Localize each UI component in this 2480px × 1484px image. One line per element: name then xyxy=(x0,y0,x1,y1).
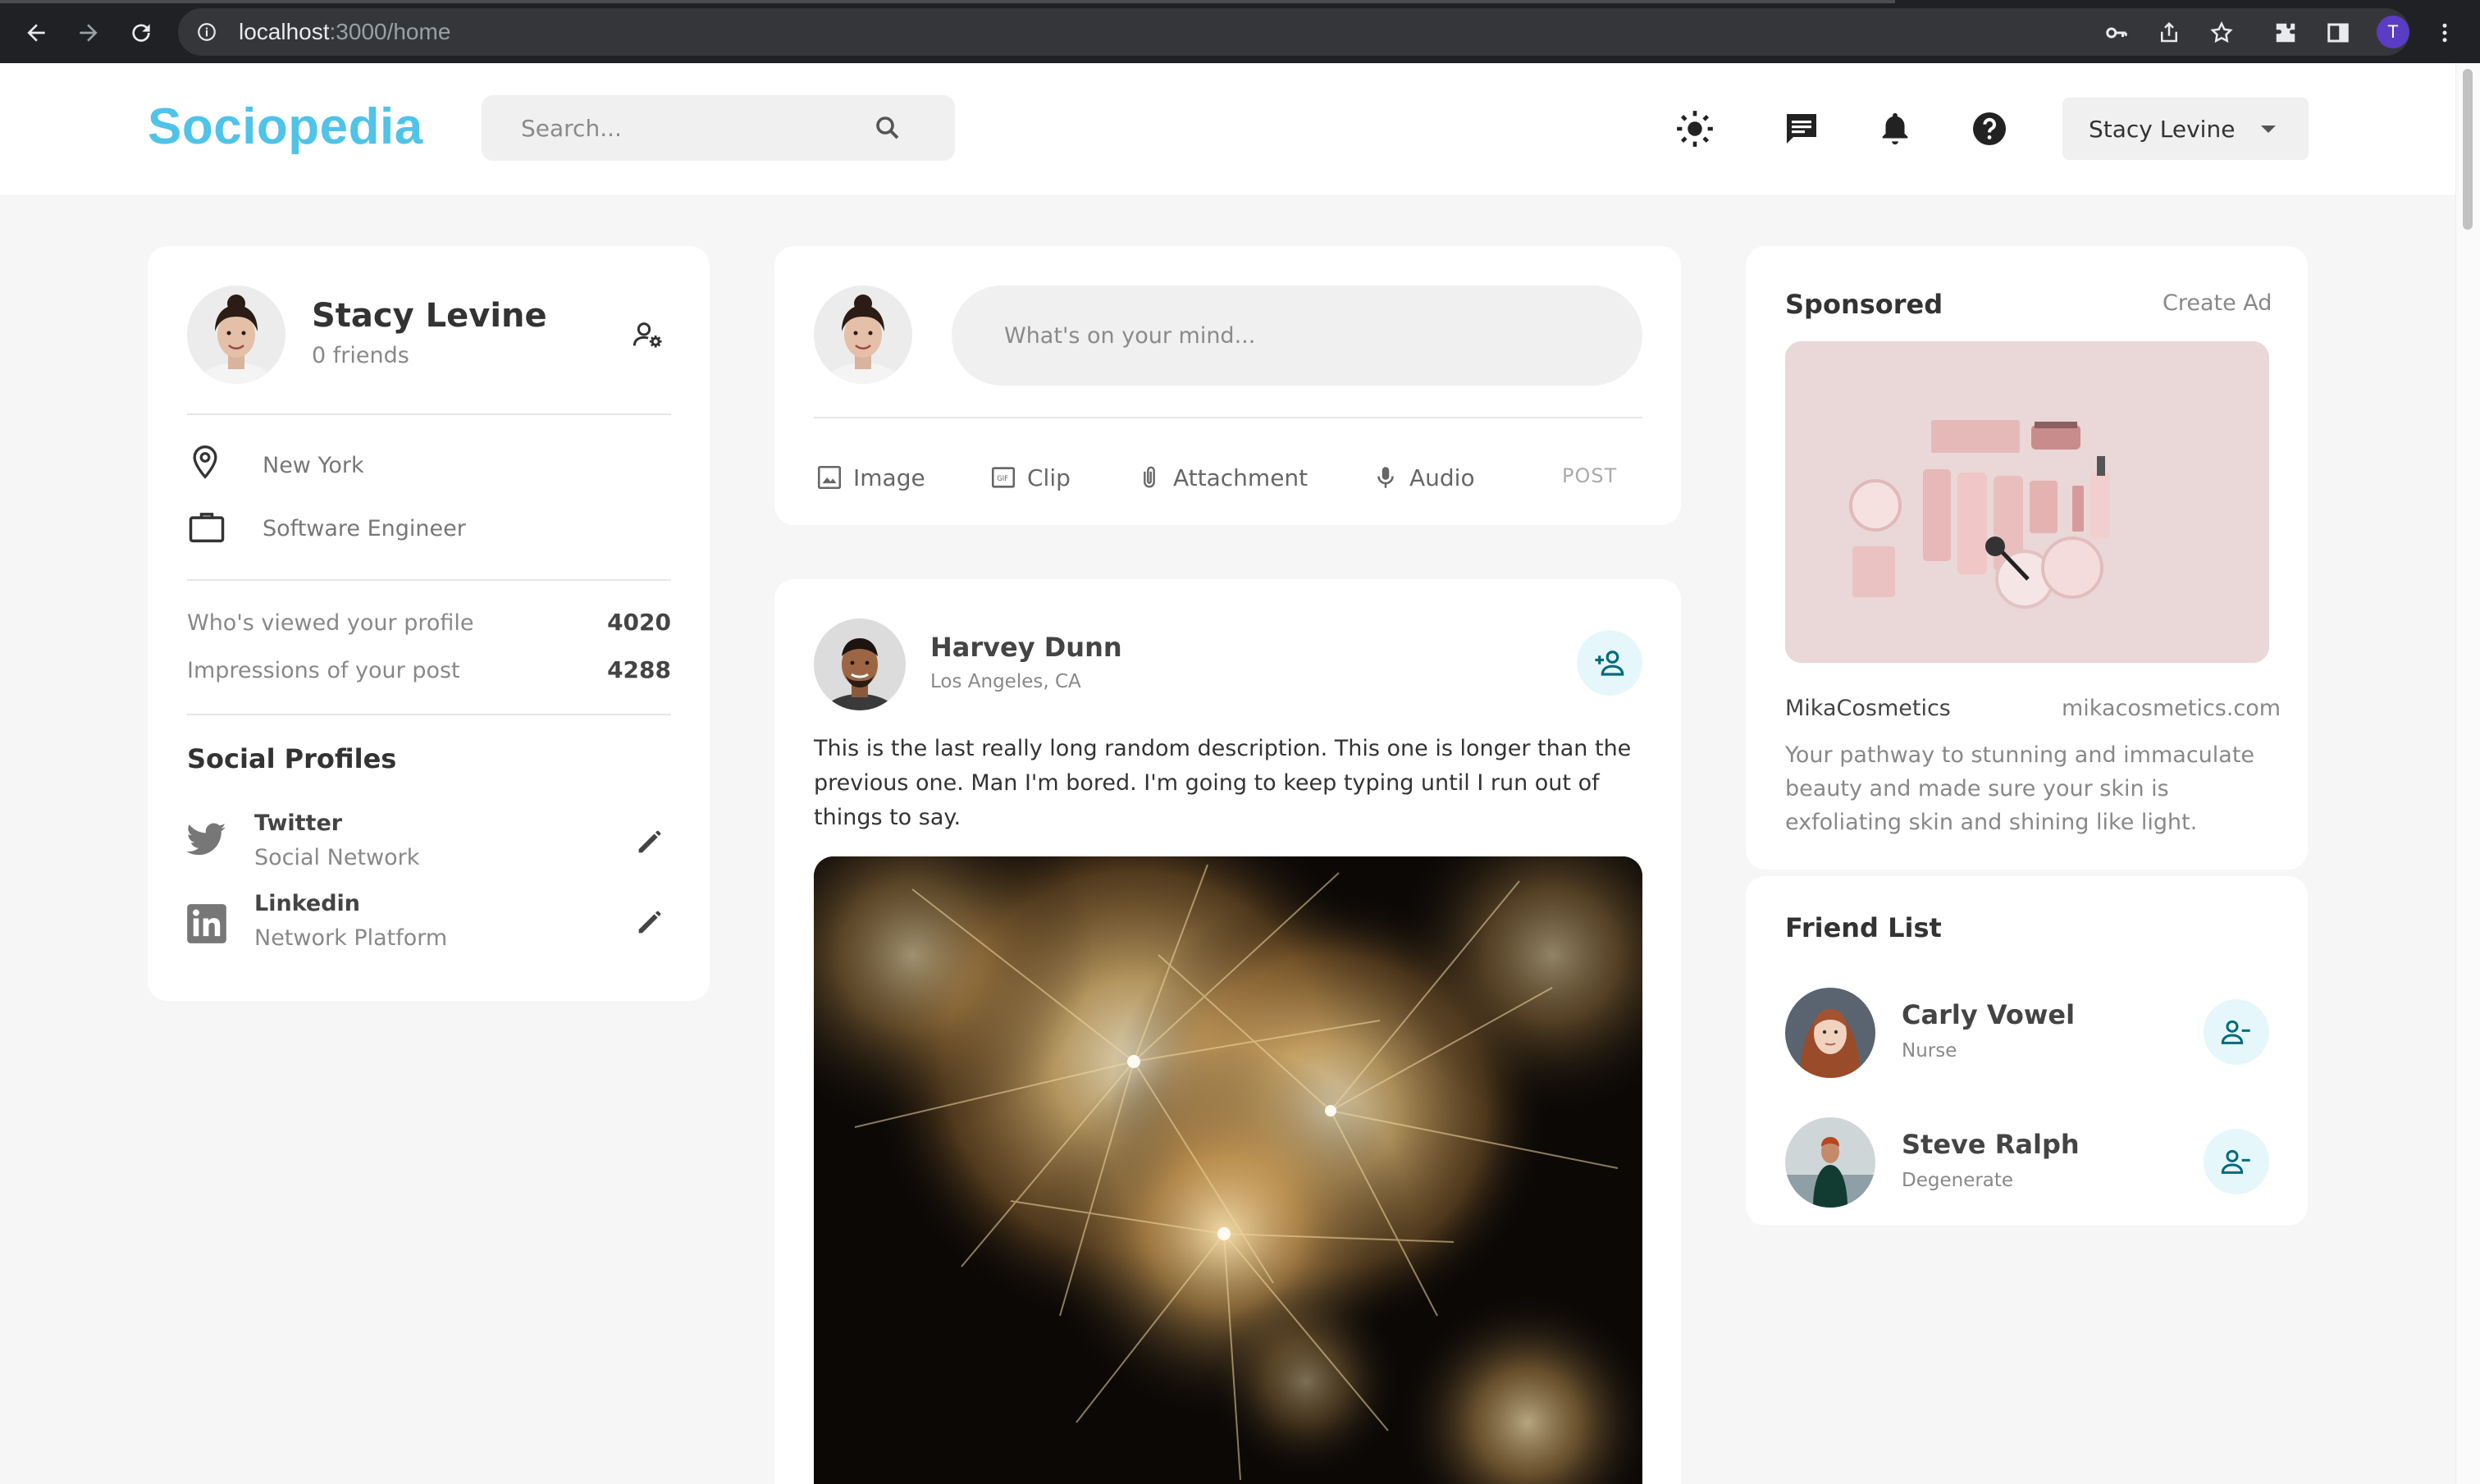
gif-icon: GIF xyxy=(991,467,1016,488)
person-add-icon xyxy=(1595,651,1624,676)
back-icon[interactable] xyxy=(16,13,56,53)
post-composer: Image GIF Clip Attachment Audio POST xyxy=(774,246,1681,525)
user-dropdown[interactable]: Stacy Levine xyxy=(2062,98,2309,160)
profile-views-label: Who's viewed your profile xyxy=(187,610,474,636)
add-image-button[interactable]: Image xyxy=(815,461,925,494)
post-author-avatar[interactable] xyxy=(814,619,906,710)
post-author-name[interactable]: Harvey Dunn xyxy=(930,632,1122,663)
url-text: localhost:3000/home xyxy=(239,19,451,44)
address-bar[interactable]: localhost:3000/home xyxy=(178,8,2409,56)
search-input[interactable] xyxy=(521,114,849,142)
divider xyxy=(187,413,671,415)
user-dropdown-label: Stacy Levine xyxy=(2089,115,2236,143)
social-twitter-name[interactable]: Twitter xyxy=(254,810,342,836)
person-remove-icon xyxy=(2221,1149,2250,1174)
reload-icon[interactable] xyxy=(121,13,161,53)
add-audio-button[interactable]: Audio xyxy=(1372,461,1475,494)
social-twitter-sub: Social Network xyxy=(254,845,420,870)
attachment-label: Attachment xyxy=(1173,463,1309,491)
sponsored-title: Sponsored xyxy=(1785,289,1943,320)
profile-occupation: Software Engineer xyxy=(263,516,466,541)
app-navbar: Sociopedia Stacy Levine xyxy=(0,63,2455,194)
clip-label: Clip xyxy=(1027,463,1071,491)
star-icon[interactable] xyxy=(2204,15,2240,51)
page-scrollbar[interactable] xyxy=(2455,63,2480,1484)
twitter-icon xyxy=(185,822,228,860)
image-label: Image xyxy=(853,463,925,491)
add-attachment-button[interactable]: Attachment xyxy=(1135,461,1308,494)
loading-progress-bar xyxy=(0,0,1895,3)
scrollbar-thumb[interactable] xyxy=(2463,69,2473,230)
social-linkedin-sub: Network Platform xyxy=(254,925,448,951)
composer-avatar xyxy=(814,285,912,384)
linkedin-icon xyxy=(185,902,228,945)
light-mode-icon[interactable] xyxy=(1670,104,1720,153)
friend-list-title: Friend List xyxy=(1785,912,1942,943)
friend-list-widget: Friend List Carly Vowel Nurse Steve Ralp… xyxy=(1746,876,2308,1226)
person-remove-icon xyxy=(2221,1020,2250,1044)
remove-friend-button[interactable] xyxy=(2204,1129,2269,1194)
profile-friends-count: 0 friends xyxy=(312,343,409,368)
social-linkedin-name[interactable]: Linkedin xyxy=(254,891,360,916)
menu-kebab-icon[interactable] xyxy=(2427,15,2463,51)
post-image-fireworks[interactable] xyxy=(814,856,1642,1484)
profile-name[interactable]: Stacy Levine xyxy=(312,297,547,335)
attachment-icon xyxy=(1144,466,1155,488)
profile-widget: Stacy Levine 0 friends New York Software… xyxy=(148,246,710,1001)
browser-profile-avatar[interactable]: T xyxy=(2377,16,2409,48)
manage-account-icon[interactable] xyxy=(632,318,665,351)
post-author-location: Los Angeles, CA xyxy=(930,671,1081,692)
friend-occupation: Nurse xyxy=(1902,1040,1957,1062)
friend-occupation: Degenerate xyxy=(1902,1170,2014,1191)
friend-name[interactable]: Carly Vowel xyxy=(1902,999,2075,1030)
profile-avatar[interactable] xyxy=(187,285,285,384)
add-friend-button[interactable] xyxy=(1577,630,1642,696)
notifications-icon[interactable] xyxy=(1870,104,1920,153)
post-description: This is the last really long random desc… xyxy=(814,736,1632,830)
create-ad-link[interactable]: Create Ad xyxy=(2163,290,2272,316)
divider xyxy=(187,579,671,581)
edit-linkedin-icon[interactable] xyxy=(633,906,666,938)
forward-icon[interactable] xyxy=(69,13,108,53)
friend-name[interactable]: Steve Ralph xyxy=(1902,1129,2080,1160)
search-icon[interactable] xyxy=(871,112,904,144)
info-icon[interactable] xyxy=(194,20,219,44)
post-input[interactable] xyxy=(952,285,1642,386)
search-box xyxy=(482,95,955,161)
divider xyxy=(814,417,1642,418)
divider xyxy=(187,714,671,715)
sponsored-widget: Sponsored Create Ad MikaCosmetics mikaco… xyxy=(1746,246,2308,870)
location-icon xyxy=(187,441,223,482)
post-impressions-value: 4288 xyxy=(607,656,671,683)
ad-url[interactable]: mikacosmetics.com xyxy=(2062,696,2281,721)
ad-image-cosmetics[interactable] xyxy=(1785,341,2269,663)
profile-views-value: 4020 xyxy=(607,609,671,636)
svg-text:GIF: GIF xyxy=(997,475,1008,483)
profile-location: New York xyxy=(263,453,364,478)
app-logo[interactable]: Sociopedia xyxy=(148,98,423,156)
messages-icon[interactable] xyxy=(1777,104,1826,153)
ad-description: Your pathway to stunning and immaculate … xyxy=(1785,742,2255,835)
social-profiles-title: Social Profiles xyxy=(187,743,397,774)
extensions-icon[interactable] xyxy=(2268,15,2304,51)
post-impressions-label: Impressions of your post xyxy=(187,658,460,683)
work-icon xyxy=(185,505,228,548)
friend-avatar-steve[interactable] xyxy=(1785,1117,1875,1208)
edit-twitter-icon[interactable] xyxy=(633,825,666,858)
ad-brand-name[interactable]: MikaCosmetics xyxy=(1785,696,1951,721)
browser-chrome: localhost:3000/home T xyxy=(0,0,2480,63)
audio-label: Audio xyxy=(1409,463,1475,491)
side-panel-icon[interactable] xyxy=(2320,15,2356,51)
feed-post: Harvey Dunn Los Angeles, CA This is the … xyxy=(774,579,1681,1484)
image-icon xyxy=(817,465,842,490)
friend-avatar-carly[interactable] xyxy=(1785,988,1875,1078)
microphone-icon xyxy=(1377,467,1394,488)
add-clip-button[interactable]: GIF Clip xyxy=(989,461,1071,494)
help-icon[interactable] xyxy=(1965,104,2014,153)
share-icon[interactable] xyxy=(2151,15,2187,51)
caret-down-icon xyxy=(2261,126,2276,133)
post-button[interactable]: POST xyxy=(1562,464,1617,487)
remove-friend-button[interactable] xyxy=(2204,999,2269,1065)
key-icon[interactable] xyxy=(2099,15,2135,51)
